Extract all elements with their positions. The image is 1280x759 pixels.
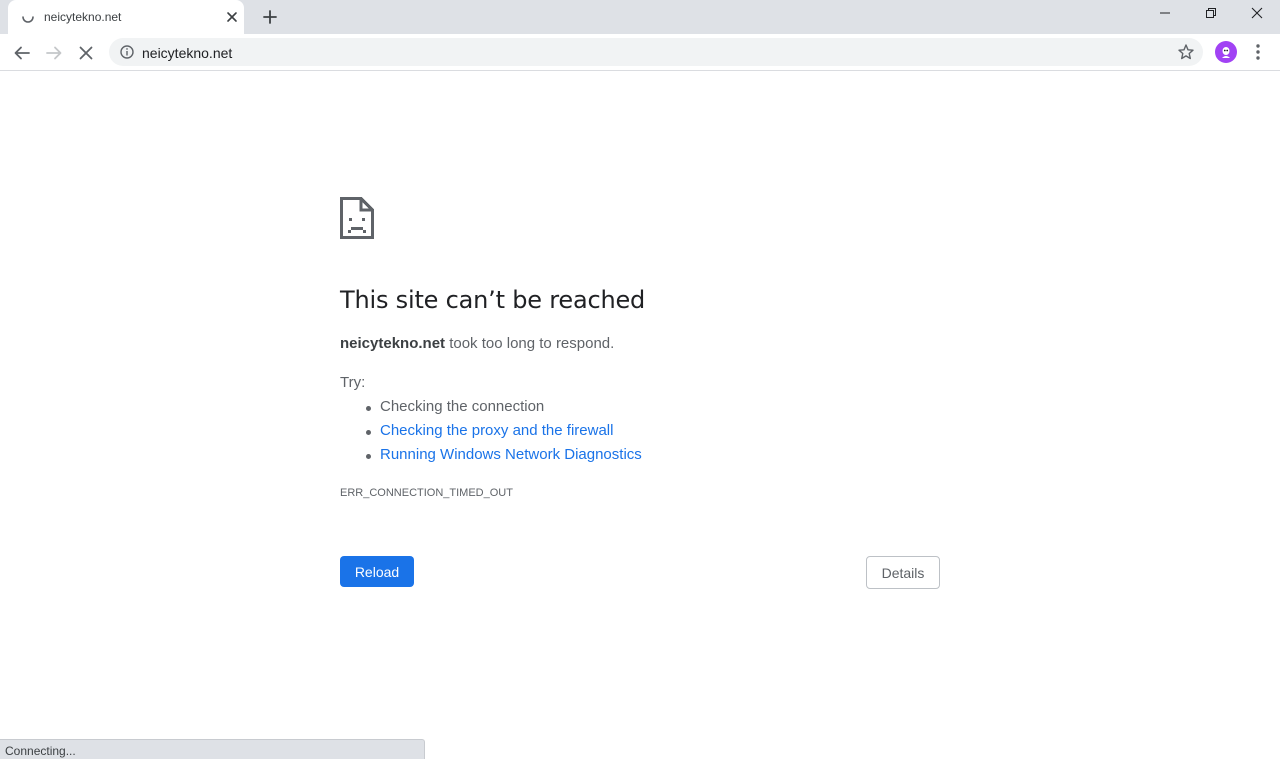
sad-page-icon <box>340 197 374 239</box>
tab-strip: neicytekno.net <box>0 0 1280 34</box>
restore-button[interactable] <box>1188 0 1234 30</box>
list-item: Checking the connection <box>360 398 642 422</box>
browser-tab[interactable]: neicytekno.net <box>8 0 244 34</box>
close-icon <box>1251 6 1263 24</box>
reload-button[interactable]: Reload <box>340 556 414 587</box>
new-tab-plus-icon[interactable] <box>260 7 280 27</box>
suggestion-checking-connection: Checking the connection <box>380 398 545 415</box>
status-bubble: Connecting... <box>0 739 425 759</box>
forward-arrow-icon[interactable] <box>42 41 66 65</box>
error-host: neicytekno.net <box>340 335 446 352</box>
try-label: Try: <box>340 374 366 391</box>
vertical-dots-icon[interactable] <box>1250 42 1266 62</box>
minimize-icon <box>1159 6 1171 24</box>
error-description: neicytekno.net took too long to respond. <box>340 335 614 352</box>
status-text: Connecting... <box>5 744 76 758</box>
list-item: Checking the proxy and the firewall <box>360 422 642 446</box>
tab-close-icon[interactable] <box>224 9 240 25</box>
star-icon[interactable] <box>1177 43 1195 61</box>
error-page: This site can’t be reached neicytekno.ne… <box>0 71 1280 759</box>
window-close-button[interactable] <box>1234 0 1280 30</box>
info-icon[interactable] <box>119 44 135 60</box>
error-code: ERR_CONNECTION_TIMED_OUT <box>340 487 513 499</box>
suggestion-list: Checking the connection Checking the pro… <box>360 398 642 470</box>
back-arrow-icon[interactable] <box>10 41 34 65</box>
details-button[interactable]: Details <box>866 556 940 589</box>
url-text[interactable]: neicytekno.net <box>142 45 232 61</box>
minimize-button[interactable] <box>1142 0 1188 30</box>
tab-title: neicytekno.net <box>44 10 122 24</box>
avatar[interactable] <box>1215 41 1237 63</box>
browser-toolbar: neicytekno.net <box>0 34 1280 71</box>
error-description-text: took too long to respond. <box>445 335 615 352</box>
address-bar[interactable]: neicytekno.net <box>109 38 1203 66</box>
stop-icon[interactable] <box>74 41 98 65</box>
error-title: This site can’t be reached <box>340 286 646 314</box>
list-item: Running Windows Network Diagnostics <box>360 446 642 470</box>
network-diagnostics-link[interactable]: Running Windows Network Diagnostics <box>380 446 642 463</box>
loading-spinner-icon <box>20 9 36 25</box>
restore-icon <box>1205 6 1217 24</box>
proxy-firewall-link[interactable]: Checking the proxy and the firewall <box>380 422 613 439</box>
